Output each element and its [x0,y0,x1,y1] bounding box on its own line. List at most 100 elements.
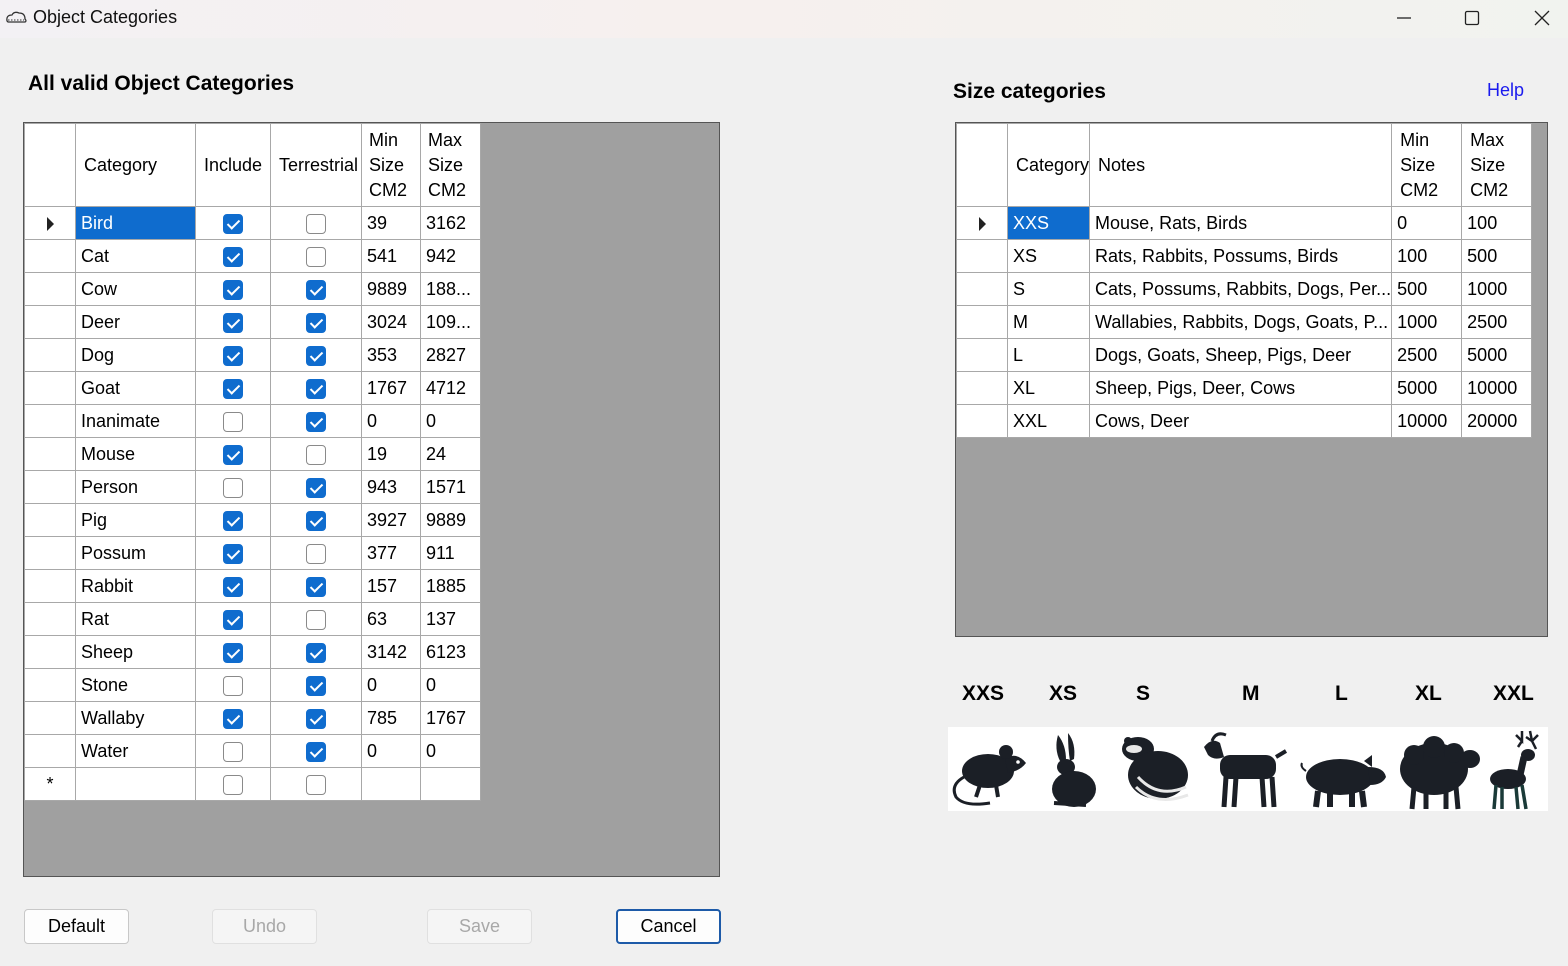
table-row[interactable]: Rabbit 157 1885 [24,569,481,603]
cell-min-size[interactable]: 943 [361,470,421,504]
size-categories-grid[interactable]: Category Notes Min Size CM2 Max Size CM2… [955,122,1548,637]
column-header-terrestrial[interactable]: Terrestrial [270,123,362,207]
terrestrial-checkbox[interactable] [306,444,326,465]
cell-max-size[interactable]: 6123 [420,635,481,669]
table-row[interactable]: Bird 39 3162 [24,206,481,240]
terrestrial-checkbox[interactable] [306,279,326,300]
cell-category[interactable]: Mouse [75,437,196,471]
cell-min-size[interactable]: 0 [361,404,421,438]
terrestrial-checkbox[interactable] [306,345,326,366]
cell-min-size[interactable]: 541 [361,239,421,273]
terrestrial-checkbox[interactable] [306,741,326,762]
row-header[interactable] [956,404,1008,438]
row-header[interactable] [24,239,76,273]
new-row[interactable]: * [24,767,481,801]
cell-category[interactable]: Pig [75,503,196,537]
cell-category[interactable]: XS [1006,239,1091,273]
cell-max-size[interactable]: 942 [420,239,481,273]
undo-button[interactable]: Undo [212,909,317,944]
terrestrial-checkbox[interactable] [306,543,326,564]
help-link[interactable]: Help [1487,80,1524,101]
table-row[interactable]: Rat 63 137 [24,602,481,636]
row-header[interactable] [956,206,1008,240]
column-header-max-size[interactable]: Max Size CM2 [1461,123,1533,207]
cell-category[interactable]: Person [75,470,196,504]
cell-max-size[interactable]: 0 [420,668,481,702]
terrestrial-checkbox[interactable] [306,213,326,234]
cell-category[interactable] [75,767,196,801]
cell-category[interactable]: Wallaby [75,701,196,735]
table-row[interactable]: XS Rats, Rabbits, Possums, Birds 100 500 [956,239,1533,273]
terrestrial-checkbox[interactable] [306,378,326,399]
close-button[interactable] [1508,0,1568,36]
cell-max-size[interactable]: 100 [1461,206,1533,240]
include-checkbox[interactable] [223,510,243,531]
table-row[interactable]: M Wallabies, Rabbits, Dogs, Goats, P... 10… [956,305,1533,339]
include-checkbox[interactable] [223,246,243,267]
cell-min-size[interactable]: 1767 [361,371,421,405]
include-checkbox[interactable] [223,576,243,597]
cell-min-size[interactable]: 500 [1391,272,1463,306]
terrestrial-checkbox[interactable] [306,477,326,498]
cell-min-size[interactable]: 63 [361,602,421,636]
save-button[interactable]: Save [427,909,532,944]
cell-min-size[interactable]: 19 [361,437,421,471]
cell-category[interactable]: S [1006,272,1091,306]
row-header[interactable] [24,305,76,339]
table-row[interactable]: Cow 9889 188... [24,272,481,306]
terrestrial-checkbox[interactable] [306,246,326,267]
cell-category[interactable]: Dog [75,338,196,372]
cell-category[interactable]: Inanimate [75,404,196,438]
include-checkbox[interactable] [223,378,243,399]
table-row[interactable]: S Cats, Possums, Rabbits, Dogs, Per... 500… [956,272,1533,306]
cell-min-size[interactable]: 9889 [361,272,421,306]
row-header[interactable] [24,338,76,372]
row-header[interactable] [24,536,76,570]
column-header-include[interactable]: Include [195,123,271,207]
include-checkbox[interactable] [223,642,243,663]
cell-notes[interactable]: Cows, Deer [1089,404,1393,438]
row-header[interactable] [24,404,76,438]
include-checkbox[interactable] [223,345,243,366]
table-row[interactable]: Cat 541 942 [24,239,481,273]
table-row[interactable]: XL Sheep, Pigs, Deer, Cows 5000 10000 [956,371,1533,405]
row-header[interactable] [24,635,76,669]
cell-max-size[interactable]: 1767 [420,701,481,735]
cell-min-size[interactable]: 353 [361,338,421,372]
row-header[interactable] [24,206,76,240]
terrestrial-checkbox[interactable] [306,642,326,663]
row-header[interactable] [24,569,76,603]
cell-notes[interactable]: Wallabies, Rabbits, Dogs, Goats, P... [1089,305,1393,339]
cell-max-size[interactable]: 5000 [1461,338,1533,372]
column-header-notes[interactable]: Notes [1089,123,1393,207]
cell-max-size[interactable]: 3162 [420,206,481,240]
row-header[interactable] [24,371,76,405]
terrestrial-checkbox[interactable] [306,411,326,432]
include-checkbox[interactable] [223,444,243,465]
include-checkbox[interactable] [223,213,243,234]
cell-category[interactable]: M [1006,305,1091,339]
cell-min-size[interactable]: 3927 [361,503,421,537]
terrestrial-checkbox[interactable] [306,312,326,333]
table-row[interactable]: XXL Cows, Deer 10000 20000 [956,404,1533,438]
table-row[interactable]: Pig 3927 9889 [24,503,481,537]
object-categories-grid[interactable]: Category Include Terrestrial Min Size CM… [23,122,720,877]
cell-category[interactable]: Stone [75,668,196,702]
include-checkbox[interactable] [223,279,243,300]
include-checkbox[interactable] [223,543,243,564]
cell-category[interactable]: Deer [75,305,196,339]
cell-category[interactable]: Rat [75,602,196,636]
cell-min-size[interactable]: 3142 [361,635,421,669]
include-checkbox[interactable] [223,675,243,696]
cell-category[interactable]: Cow [75,272,196,306]
column-header-min-size[interactable]: Min Size CM2 [361,123,421,207]
cell-max-size[interactable]: 9889 [420,503,481,537]
cell-max-size[interactable]: 2500 [1461,305,1533,339]
table-row[interactable]: L Dogs, Goats, Sheep, Pigs, Deer 2500 5000 [956,338,1533,372]
cell-notes[interactable]: Mouse, Rats, Birds [1089,206,1393,240]
include-checkbox[interactable] [223,477,243,498]
cell-max-size[interactable]: 0 [420,404,481,438]
cell-min-size[interactable]: 0 [361,734,421,768]
row-header[interactable] [24,734,76,768]
row-header[interactable] [24,272,76,306]
